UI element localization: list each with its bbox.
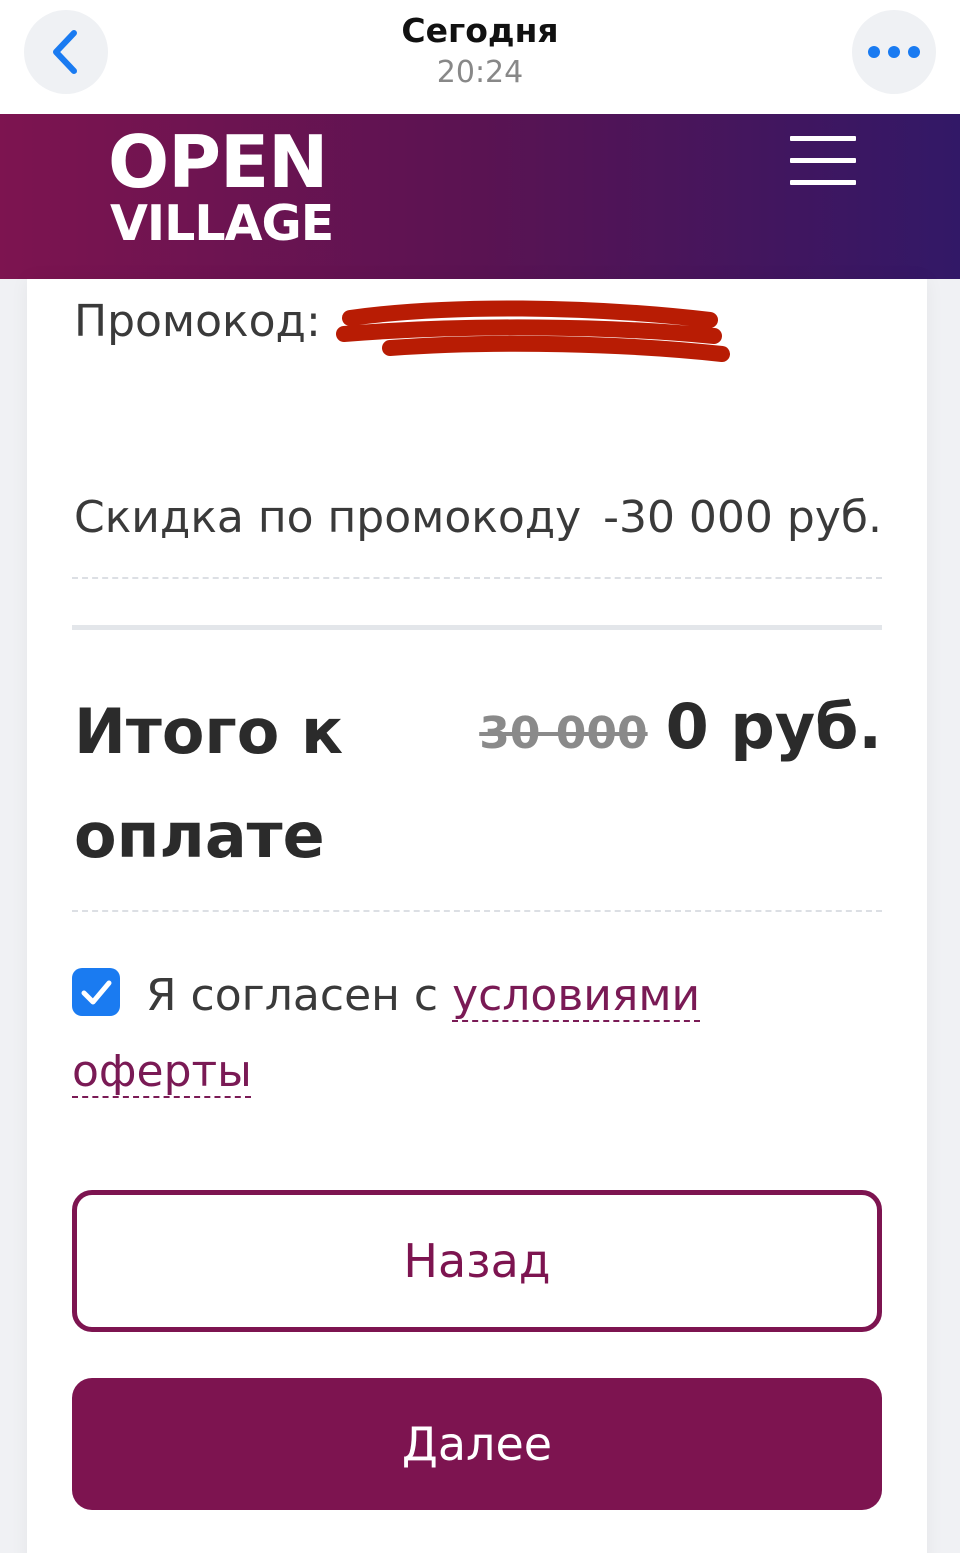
back-button[interactable] [24, 10, 108, 94]
order-card [27, 279, 927, 1553]
checkmark-icon [81, 980, 112, 1005]
site-header: OPEN VILLAGE [0, 114, 960, 279]
chevron-left-icon [53, 30, 77, 74]
discount-row: Скидка по промокоду -30 000 руб. [74, 486, 882, 548]
logo-open-text[interactable]: OPEN [108, 122, 328, 202]
ellipsis-icon [868, 46, 920, 58]
total-label: Итого к оплате [74, 695, 344, 872]
next-step-button[interactable]: Далее [72, 1378, 882, 1510]
back-step-button[interactable]: Назад [72, 1190, 882, 1332]
redaction-scribble [336, 300, 730, 362]
hamburger-menu-icon[interactable] [790, 136, 858, 188]
more-button[interactable] [852, 10, 936, 94]
dashed-divider [72, 910, 882, 912]
new-price: 0 руб. [665, 690, 882, 763]
promo-code-label: Промокод: [74, 296, 321, 347]
chat-time: 20:24 [436, 55, 524, 90]
discount-value: -30 000 руб. [603, 491, 882, 543]
agreement-text: Я согласен с [146, 970, 453, 1021]
chat-header: Сегодня 20:24 [280, 10, 680, 94]
old-price: 30 000 [479, 708, 648, 759]
dashed-divider [72, 577, 882, 579]
chat-title: Сегодня [401, 11, 559, 50]
agreement-row: Я согласен с условиями оферты [72, 958, 882, 1110]
discount-label: Скидка по промокоду [74, 491, 582, 543]
total-price: 30 000 0 руб. [479, 690, 882, 763]
agree-checkbox[interactable] [72, 968, 120, 1016]
messenger-top-bar: Сегодня 20:24 [0, 0, 960, 114]
section-divider [72, 625, 882, 630]
logo-village-text[interactable]: VILLAGE [110, 194, 334, 254]
